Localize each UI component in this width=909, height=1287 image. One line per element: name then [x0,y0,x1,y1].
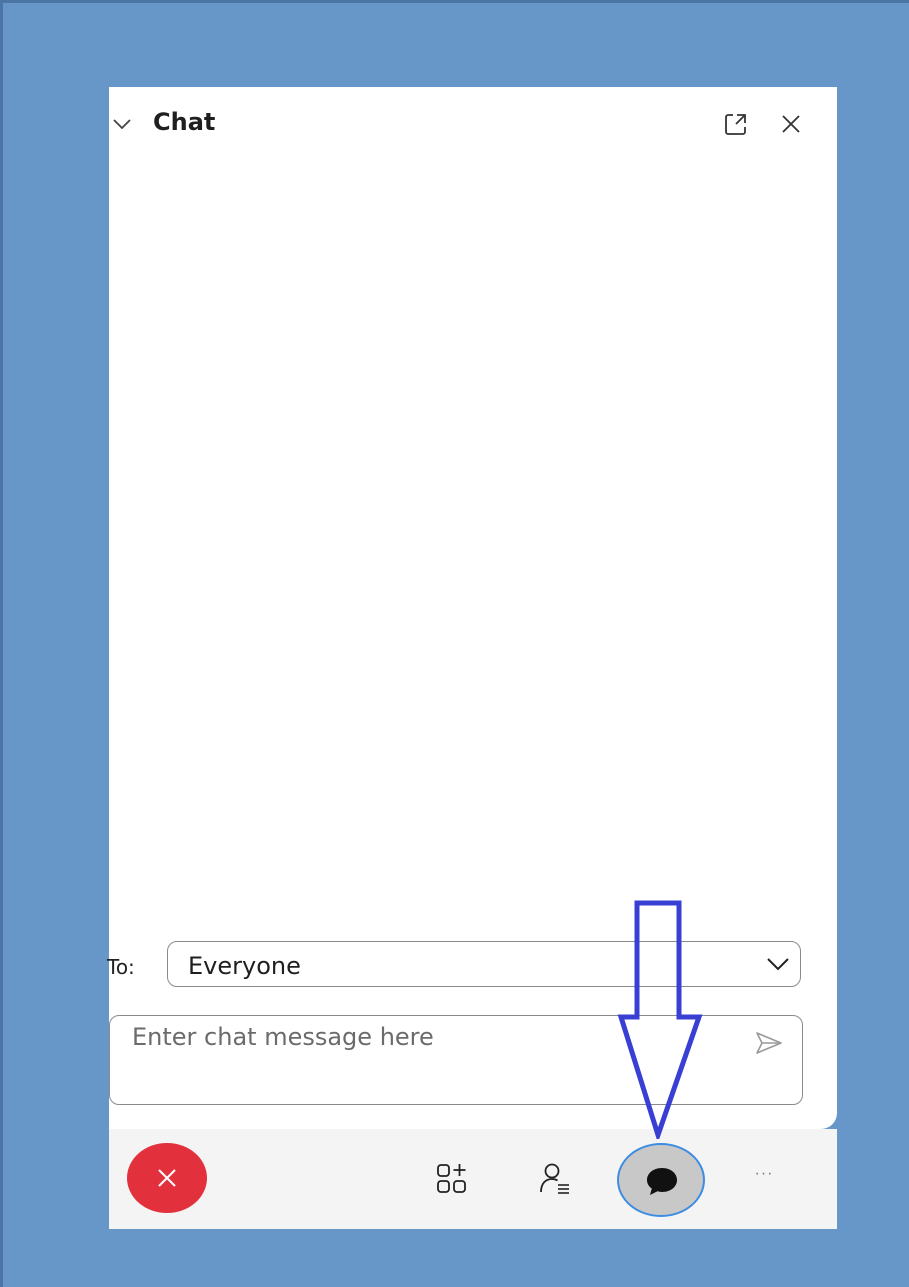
send-icon [756,1032,782,1054]
send-button[interactable] [754,1028,784,1058]
recipient-row: To: Everyone [107,941,837,989]
chevron-down-icon [113,119,131,130]
recipient-value: Everyone [188,952,301,980]
chat-button[interactable] [617,1143,705,1217]
leave-call-button[interactable] [127,1143,207,1213]
participants-button[interactable] [537,1161,573,1197]
popout-icon [725,114,746,135]
to-label: To: [107,955,135,979]
recipient-dropdown[interactable]: Everyone [167,941,801,987]
more-options-button[interactable]: ··· [749,1159,779,1189]
message-input[interactable] [130,1022,734,1052]
leave-call-icon [158,1169,176,1187]
message-box[interactable] [109,1015,803,1105]
popout-button[interactable] [723,111,749,137]
close-icon [782,115,800,133]
chat-header: Chat [109,87,837,159]
participants-icon [540,1163,569,1194]
collapse-button[interactable] [111,113,133,135]
chevron-down-icon [767,958,789,971]
close-button[interactable] [779,112,803,136]
meeting-toolbar: ··· [109,1129,837,1229]
apps-button[interactable] [435,1161,471,1197]
chat-icon [647,1168,677,1195]
chat-panel: Chat To: Everyone [107,87,837,1129]
chat-title: Chat [153,108,216,136]
apps-icon [437,1164,466,1193]
